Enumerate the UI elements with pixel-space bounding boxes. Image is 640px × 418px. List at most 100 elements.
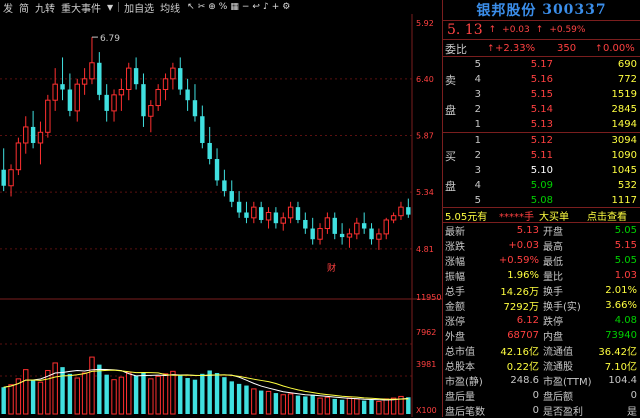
sell-level-row[interactable]: 5 5.17 690 <box>443 57 640 72</box>
candle[interactable] <box>376 228 382 250</box>
candle[interactable] <box>74 78 80 122</box>
candle[interactable] <box>361 212 367 234</box>
stat-value: 是 <box>627 407 637 418</box>
buy-level-row[interactable]: 1 5.12 3094 <box>443 133 640 148</box>
candle[interactable] <box>244 201 249 224</box>
candle[interactable] <box>97 52 102 101</box>
candle[interactable] <box>303 212 308 234</box>
candle[interactable] <box>133 57 139 90</box>
candle-body <box>200 116 205 143</box>
volume-bar <box>369 399 374 414</box>
candle[interactable] <box>67 73 73 117</box>
candle[interactable] <box>317 223 323 245</box>
candle[interactable] <box>141 73 146 127</box>
toolbar-item-add-watchlist[interactable]: 加自选 <box>121 0 157 15</box>
candle[interactable] <box>236 191 242 218</box>
candle[interactable] <box>148 100 154 133</box>
candle[interactable] <box>200 105 205 149</box>
back-icon[interactable]: ↩ <box>252 2 260 12</box>
candle[interactable] <box>265 207 272 229</box>
candle[interactable] <box>339 223 345 245</box>
candle[interactable] <box>37 121 44 165</box>
settings-icon[interactable]: ⚙ <box>282 2 290 12</box>
candle-body <box>339 233 345 238</box>
candle[interactable] <box>258 201 264 224</box>
minus-icon[interactable]: − <box>242 2 250 12</box>
candle[interactable] <box>251 201 257 224</box>
plus-icon[interactable]: + <box>272 2 280 12</box>
volume-bar <box>126 371 132 415</box>
candle[interactable] <box>354 217 360 240</box>
candle[interactable] <box>280 212 286 231</box>
buy-level-row[interactable]: 盘 4 5.09 532 <box>443 178 640 193</box>
candle[interactable] <box>346 228 353 248</box>
zoom-icon[interactable]: ⊕ <box>208 2 216 12</box>
candle[interactable] <box>104 84 109 122</box>
sell-level-row[interactable]: 卖 4 5.16 772 <box>443 72 640 87</box>
candle[interactable] <box>118 78 125 111</box>
volume-bar <box>81 372 88 415</box>
candle[interactable] <box>287 201 294 224</box>
candle[interactable] <box>383 217 389 240</box>
chart-panel[interactable]: 发 简 九转 重大事件 ▼ 加自选 均线 ↖ ✂ ⊕ % ▦ − ↩ ♪ + ⚙… <box>0 0 442 417</box>
buy-level-row[interactable]: 买 2 5.11 1090 <box>443 148 640 163</box>
candle[interactable] <box>30 110 36 149</box>
candle[interactable] <box>178 57 183 95</box>
candle[interactable] <box>369 223 374 245</box>
candle[interactable] <box>23 116 29 154</box>
candle[interactable] <box>192 84 198 122</box>
candle[interactable] <box>390 212 397 224</box>
candle[interactable] <box>1 148 6 192</box>
volume-bar <box>317 397 323 415</box>
toolbar-item-ma[interactable]: 均线 <box>157 0 183 15</box>
finance-icon[interactable]: 财 <box>327 262 336 274</box>
candle[interactable] <box>8 164 14 197</box>
pointer-icon[interactable]: ↖ <box>187 2 195 12</box>
buy-level-row[interactable]: 5 5.08 1117 <box>443 193 640 208</box>
candle[interactable] <box>52 68 58 111</box>
candle[interactable] <box>406 198 411 218</box>
candle[interactable] <box>229 180 234 208</box>
candle[interactable] <box>207 126 212 165</box>
sell-level-row[interactable]: 3 5.15 1519 <box>443 87 640 102</box>
buy-level-row[interactable]: 3 5.10 1045 <box>443 163 640 178</box>
candle[interactable] <box>45 94 51 138</box>
percent-icon[interactable]: % <box>219 2 228 12</box>
big-order-stars: *****手 <box>499 211 534 223</box>
candle[interactable] <box>310 217 315 245</box>
stock-title[interactable]: 银邦股份 300337 <box>443 0 640 20</box>
candle[interactable] <box>81 68 88 95</box>
grid-icon[interactable]: ▦ <box>230 2 239 12</box>
volume-bar <box>74 377 80 415</box>
big-order-link[interactable]: 点击查看 <box>587 208 627 223</box>
candle[interactable] <box>162 73 169 101</box>
candle[interactable] <box>155 84 161 111</box>
volume-bar <box>214 372 220 414</box>
candle[interactable] <box>126 62 132 101</box>
candle[interactable] <box>170 62 176 90</box>
candle-body <box>178 68 183 90</box>
stat-label: 涨停 <box>445 317 465 328</box>
dropdown-arrow-icon[interactable]: ▼ <box>104 3 116 12</box>
toolbar-item-fa[interactable]: 发 <box>0 0 16 15</box>
toolbar-item-jian[interactable]: 简 <box>16 0 32 15</box>
toolbar-item-major-events[interactable]: 重大事件 <box>58 0 104 15</box>
bell-icon[interactable]: ♪ <box>263 2 269 12</box>
toolbar-item-jiuzhuan[interactable]: 九转 <box>32 0 58 15</box>
candle[interactable] <box>398 201 404 220</box>
candle[interactable] <box>324 212 331 234</box>
candle[interactable] <box>332 212 337 240</box>
sell-level-row[interactable]: 盘 2 5.14 2845 <box>443 102 640 117</box>
candle[interactable] <box>89 37 95 85</box>
candle[interactable] <box>295 201 301 224</box>
candle[interactable] <box>15 137 22 176</box>
candle[interactable] <box>185 78 190 111</box>
scissors-icon[interactable]: ✂ <box>198 2 206 12</box>
candle-body <box>258 207 264 220</box>
candle-body <box>214 159 220 181</box>
sell-level-row[interactable]: 1 5.13 1494 <box>443 117 640 132</box>
candle[interactable] <box>214 148 220 186</box>
candle[interactable] <box>273 207 279 229</box>
candle[interactable] <box>111 89 117 122</box>
candlestick-chart[interactable]: 6.79 5.92 6.40 5.87 5.34 4.81 11950 7962 3981 X10… <box>0 14 442 417</box>
